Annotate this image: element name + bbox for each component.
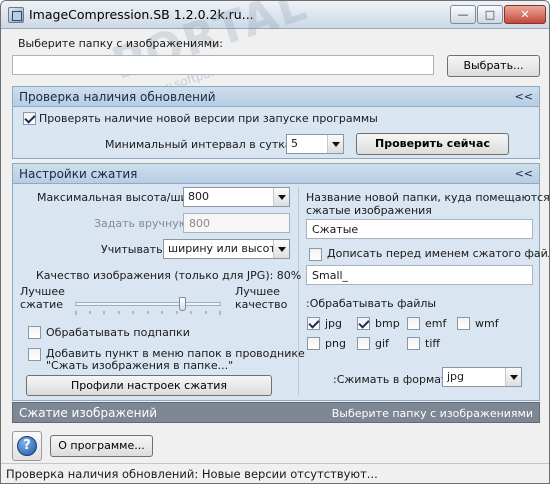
updates-collapse-button[interactable]: << <box>515 90 533 103</box>
filetype-jpg-label: jpg <box>325 317 343 330</box>
filetype-png-checkbox[interactable] <box>307 337 320 350</box>
compression-profiles-button[interactable]: Профили настроек сжатия <box>26 375 272 396</box>
process-files-label: :Обрабатывать файлы <box>306 297 437 310</box>
context-menu-checkbox[interactable] <box>28 348 41 361</box>
filetype-emf-checkbox[interactable] <box>407 317 420 330</box>
compression-panel-header[interactable]: Настройки сжатия << <box>12 163 540 184</box>
filetype-png-label: png <box>325 337 346 350</box>
folder-path-input[interactable] <box>12 55 434 75</box>
format-value: jpg <box>447 370 465 383</box>
manual-size-label: Задать вручную <box>94 217 188 230</box>
close-button[interactable]: ✕ <box>504 5 546 24</box>
chevron-down-icon <box>327 135 343 153</box>
consider-select[interactable]: ширину или высоту <box>163 239 290 259</box>
updates-panel-header[interactable]: Проверка наличия обновлений << <box>12 86 540 107</box>
quality-slider-ticks <box>75 311 221 315</box>
about-button[interactable]: О программе... <box>50 435 153 457</box>
prefix-checkbox[interactable] <box>309 248 322 261</box>
context-menu-label-line2: "Сжать изображения в папке..." <box>46 359 234 372</box>
chevron-down-icon <box>273 240 289 258</box>
interval-value: 5 <box>291 137 298 150</box>
max-size-value: 800 <box>188 190 209 203</box>
prefix-input[interactable]: Small_ <box>306 265 533 285</box>
best-compression-label-line2: сжатие <box>20 298 64 311</box>
compress-panel-header[interactable]: Сжатие изображений Выберите папку с изоб… <box>12 402 540 423</box>
maximize-button[interactable]: □ <box>477 5 503 24</box>
filetype-gif-checkbox[interactable] <box>357 337 370 350</box>
folder-label: Выберите папку с изображениями: <box>18 37 223 50</box>
app-window: ImageCompression.SB 1.2.0.2k.ru... — □ ✕… <box>0 0 550 484</box>
check-now-button[interactable]: Проверить сейчас <box>356 133 509 155</box>
filetype-jpg-checkbox[interactable] <box>307 317 320 330</box>
quality-label: Качество изображения (только для JPG): 8… <box>36 269 302 282</box>
filetype-bmp-label: bmp <box>375 317 400 330</box>
best-quality-label-line1: Лучшее <box>235 285 280 298</box>
new-folder-input[interactable]: Сжатые <box>306 219 533 239</box>
filetype-emf-label: emf <box>425 317 447 330</box>
subfolders-checkbox[interactable] <box>28 326 41 339</box>
prefix-label: Дописать перед именем сжатого файла: <box>327 247 550 260</box>
best-compression-label-line1: Лучшее <box>20 285 65 298</box>
filetype-gif-label: gif <box>375 337 389 350</box>
browse-button[interactable]: Выбрать... <box>447 55 540 77</box>
status-bar: Проверка наличия обновлений: Новые верси… <box>1 463 549 483</box>
format-label: :Сжимать в формат <box>333 373 448 386</box>
consider-value: ширину или высоту <box>168 242 283 255</box>
new-folder-label-line2: сжатые изображения <box>306 204 432 217</box>
max-size-select[interactable]: 800 <box>183 187 290 207</box>
compression-panel-title: Настройки сжатия <box>19 167 138 181</box>
column-divider <box>298 187 299 396</box>
filetype-tiff-label: tiff <box>425 337 440 350</box>
interval-label: Минимальный интервал в сутках <box>105 138 299 151</box>
consider-label: Учитывать <box>101 243 163 256</box>
compress-panel-title: Сжатие изображений <box>19 406 158 420</box>
interval-select[interactable]: 5 <box>286 134 344 154</box>
check-on-start-label: Проверять наличие новой версии при запус… <box>39 112 378 125</box>
subfolders-label: Обрабатывать подпапки <box>46 326 190 339</box>
status-text: Проверка наличия обновлений: Новые верси… <box>6 467 378 481</box>
manual-size-input[interactable]: 800 <box>183 213 290 233</box>
filetype-wmf-checkbox[interactable] <box>457 317 470 330</box>
format-select[interactable]: jpg <box>442 367 522 387</box>
check-on-start-checkbox[interactable] <box>23 112 36 125</box>
filetype-tiff-checkbox[interactable] <box>407 337 420 350</box>
quality-slider-track[interactable] <box>75 302 221 306</box>
chevron-down-icon <box>273 188 289 206</box>
help-icon: ? <box>17 436 37 456</box>
filetype-wmf-label: wmf <box>475 317 499 330</box>
filetype-bmp-checkbox[interactable] <box>357 317 370 330</box>
minimize-button[interactable]: — <box>450 5 476 24</box>
new-folder-label-line1: Название новой папки, куда помещаются <box>306 191 550 204</box>
updates-panel-title: Проверка наличия обновлений <box>19 90 216 104</box>
quality-slider-thumb[interactable] <box>179 297 186 311</box>
compression-collapse-button[interactable]: << <box>515 167 533 180</box>
best-quality-label-line2: качество <box>235 298 288 311</box>
app-icon <box>8 7 24 23</box>
compress-panel-hint: Выберите папку с изображениями <box>331 407 533 420</box>
chevron-down-icon <box>505 368 521 386</box>
